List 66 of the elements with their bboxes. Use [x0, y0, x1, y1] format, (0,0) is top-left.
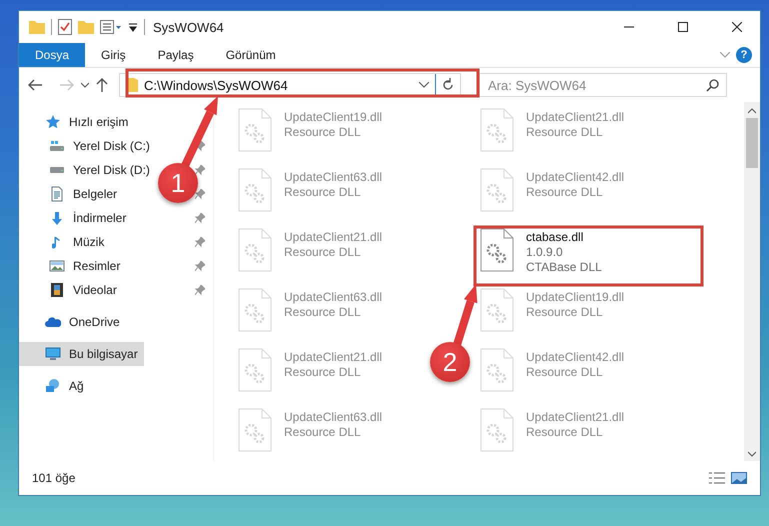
drive-c-icon — [49, 140, 65, 152]
close-icon — [732, 22, 742, 32]
sidebar-item[interactable]: OneDrive — [19, 310, 126, 334]
file-description: Resource DLL — [284, 365, 362, 379]
minimize-icon — [624, 26, 634, 28]
maximize-icon — [678, 22, 688, 32]
sidebar-item[interactable]: Bu bilgisayar — [19, 342, 144, 366]
ribbon-tab[interactable]: Giriş — [85, 43, 142, 67]
back-button[interactable] — [27, 78, 43, 92]
details-view-button[interactable] — [706, 472, 728, 484]
search-icon — [706, 79, 719, 92]
sidebar-item[interactable]: Ağ — [19, 374, 90, 398]
up-button[interactable] — [95, 77, 109, 93]
file-description: CTABase DLL — [526, 260, 602, 274]
file-name[interactable]: ctabase.dll — [526, 230, 602, 244]
cloud-icon — [45, 316, 61, 328]
network-icon — [45, 378, 61, 394]
search-field[interactable]: Ara: SysWOW64 — [479, 73, 727, 97]
folder-icon[interactable] — [29, 20, 45, 34]
sidebar-item[interactable]: İndirmeler — [19, 206, 132, 230]
sidebar-item[interactable]: Müzik — [19, 230, 110, 254]
scroll-down-icon[interactable] — [748, 451, 756, 457]
star-icon — [45, 114, 61, 130]
item-count: 101 öğe — [32, 471, 76, 485]
sidebar-item[interactable]: Yerel Disk (C:) — [19, 134, 156, 158]
ribbon-tab[interactable]: Görünüm — [210, 43, 292, 67]
large-icons-view-button[interactable] — [728, 472, 750, 484]
address-field[interactable]: C:\Windows\SysWOW64 — [119, 73, 461, 97]
scroll-thumb[interactable] — [746, 118, 758, 168]
expand-ribbon-icon[interactable] — [720, 52, 730, 58]
file-description: Resource DLL — [284, 185, 362, 199]
documents-icon — [49, 186, 65, 202]
sidebar-item[interactable]: Hızlı erişim — [19, 110, 134, 134]
computer-icon — [45, 347, 61, 361]
properties-icon[interactable] — [100, 20, 122, 34]
ribbon-tab[interactable]: Paylaş — [142, 43, 210, 67]
sidebar-item[interactable]: Yerel Disk (D:) — [19, 158, 156, 182]
scroll-up-icon[interactable] — [748, 108, 756, 114]
folder-icon[interactable] — [78, 20, 94, 34]
sidebar-item[interactable]: Videolar — [19, 278, 123, 302]
file-description: Resource DLL — [526, 125, 604, 139]
drive-icon — [49, 166, 65, 174]
sidebar-item[interactable]: Resimler — [19, 254, 126, 278]
music-icon — [52, 236, 62, 248]
file-description: Resource DLL — [284, 245, 362, 259]
dropdown-icon[interactable] — [128, 22, 138, 32]
file-description: Resource DLL — [284, 305, 362, 319]
file-description: Resource DLL — [284, 125, 362, 139]
file-description: 1.0.9.0 — [526, 245, 564, 259]
chevron-down-icon[interactable] — [419, 82, 429, 88]
file-description: Resource DLL — [526, 305, 604, 319]
file-description: Resource DLL — [526, 185, 604, 199]
downloads-icon — [51, 210, 63, 226]
window-title: SysWOW64 — [153, 20, 225, 34]
sidebar-item[interactable]: Belgeler — [19, 182, 124, 206]
recent-locations-button[interactable] — [81, 82, 89, 88]
checklist-icon[interactable] — [58, 19, 72, 35]
file-description: Resource DLL — [526, 425, 604, 439]
file-description: Resource DLL — [526, 365, 604, 379]
scrollbar[interactable] — [744, 102, 760, 461]
file-icon[interactable] — [480, 228, 514, 272]
pictures-icon — [49, 260, 65, 272]
file-description: Resource DLL — [284, 425, 362, 439]
help-button[interactable]: ? — [736, 47, 752, 63]
videos-icon — [50, 282, 64, 298]
ribbon-tab[interactable]: Dosya — [19, 43, 86, 67]
